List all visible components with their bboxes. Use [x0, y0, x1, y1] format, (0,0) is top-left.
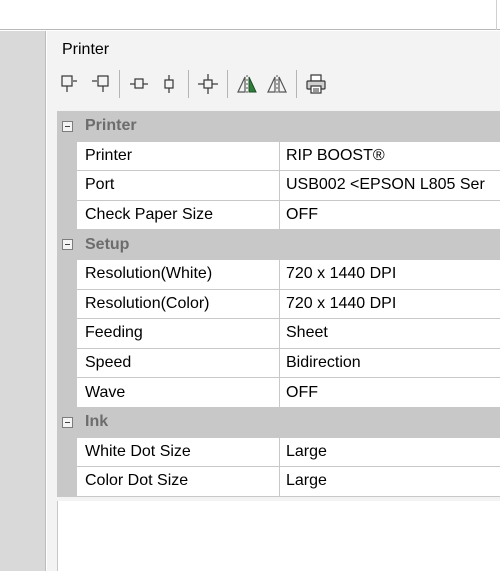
category-label: Printer: [85, 117, 137, 135]
toolbar: [57, 67, 497, 101]
property-name: Printer: [77, 141, 280, 172]
property-name: White Dot Size: [77, 437, 280, 468]
toolbar-separator: [119, 70, 120, 98]
property-value[interactable]: RIP BOOST®: [280, 141, 500, 172]
toolbar-separator: [227, 70, 228, 98]
property-value[interactable]: USB002 <EPSON L805 Ser: [280, 171, 500, 201]
property-name: Feeding: [77, 319, 280, 349]
property-name: Speed: [77, 348, 280, 379]
align-bottom-left-icon[interactable]: [87, 69, 113, 99]
align-vertical-center-icon[interactable]: [156, 69, 182, 99]
property-value[interactable]: OFF: [280, 378, 500, 408]
printer-properties-panel: Printer Printer Printer RIP BOOST® Port …: [47, 31, 500, 571]
property-row-resolution-white[interactable]: Resolution(White) 720 x 1440 DPI: [57, 259, 500, 290]
panel-title: Printer: [62, 41, 110, 58]
property-row-feeding[interactable]: Feeding Sheet: [57, 319, 500, 349]
property-row-check-paper-size[interactable]: Check Paper Size OFF: [57, 200, 500, 231]
collapse-toggle-icon[interactable]: [57, 120, 77, 132]
property-row-white-dot-size[interactable]: White Dot Size Large: [57, 437, 500, 468]
align-horizontal-center-icon[interactable]: [126, 69, 152, 99]
property-name: Wave: [77, 378, 280, 408]
property-name: Resolution(White): [77, 259, 280, 290]
toolbar-separator: [188, 70, 189, 98]
property-row-speed[interactable]: Speed Bidirection: [57, 348, 500, 379]
grid-empty-area: [57, 501, 500, 571]
collapse-toggle-icon[interactable]: [57, 239, 77, 251]
property-value[interactable]: Large: [280, 437, 500, 468]
toolbar-separator: [296, 70, 297, 98]
property-value[interactable]: Large: [280, 467, 500, 497]
flip-horizontal-outline-icon[interactable]: [264, 69, 290, 99]
property-value[interactable]: Sheet: [280, 319, 500, 349]
category-ink: Ink: [57, 407, 500, 438]
category-label: Ink: [85, 413, 109, 431]
property-name: Color Dot Size: [77, 467, 280, 497]
collapse-toggle-icon[interactable]: [57, 416, 77, 428]
property-value[interactable]: 720 x 1440 DPI: [280, 289, 500, 320]
property-row-wave[interactable]: Wave OFF: [57, 378, 500, 408]
property-row-printer[interactable]: Printer RIP BOOST®: [57, 141, 500, 172]
property-row-port[interactable]: Port USB002 <EPSON L805 Ser: [57, 171, 500, 201]
category-printer: Printer: [57, 112, 500, 142]
top-strip: [0, 0, 500, 30]
property-row-color-dot-size[interactable]: Color Dot Size Large: [57, 467, 500, 497]
property-value[interactable]: 720 x 1440 DPI: [280, 259, 500, 290]
align-bottom-right-icon[interactable]: [57, 69, 83, 99]
print-icon[interactable]: [303, 69, 329, 99]
category-label: Setup: [85, 235, 130, 253]
left-side-panel: [0, 31, 46, 571]
property-name: Check Paper Size: [77, 200, 280, 231]
property-value[interactable]: Bidirection: [280, 348, 500, 379]
top-strip-edge: [496, 0, 500, 30]
property-row-resolution-color[interactable]: Resolution(Color) 720 x 1440 DPI: [57, 289, 500, 320]
property-name: Resolution(Color): [77, 289, 280, 320]
category-setup: Setup: [57, 230, 500, 260]
align-center-cross-icon[interactable]: [195, 69, 221, 99]
property-value[interactable]: OFF: [280, 200, 500, 231]
property-grid: Printer Printer RIP BOOST® Port USB002 <…: [57, 111, 500, 497]
property-name: Port: [77, 171, 280, 201]
flip-horizontal-filled-icon[interactable]: [234, 69, 260, 99]
